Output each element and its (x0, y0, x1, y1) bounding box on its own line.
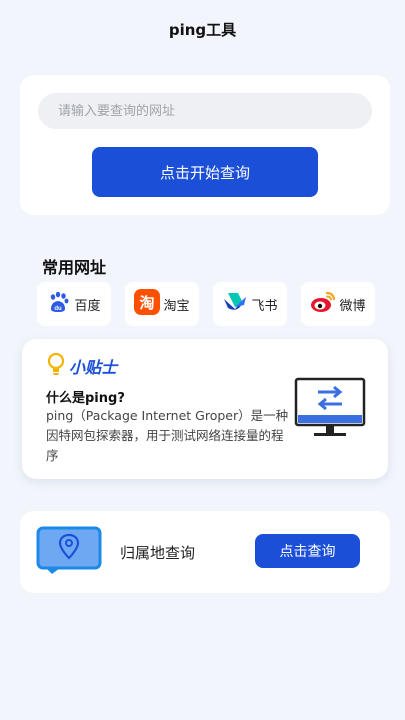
baidu-logo-icon: du (47, 290, 71, 318)
site-label: 淘宝 (163, 298, 190, 314)
common-sites-title: 常用网址 (42, 258, 107, 277)
location-query-button[interactable]: 点击查询 (255, 534, 360, 568)
tip-brand-text: 小贴士 (69, 358, 118, 377)
search-card: 点击开始查询 (20, 75, 390, 215)
site-weibo[interactable]: 微博 (301, 282, 375, 326)
taobao-logo-icon: 淘 (134, 289, 161, 319)
svg-text:du: du (55, 306, 63, 312)
tip-question: 什么是ping? (46, 391, 125, 406)
monitor-transfer-icon (294, 377, 366, 447)
site-feishu[interactable]: 飞书 (213, 282, 287, 326)
svg-text:淘: 淘 (139, 294, 155, 312)
tip-brand: 小贴士 (46, 352, 117, 380)
map-location-icon (36, 526, 102, 580)
tip-body: ping（Package Internet Groper）是一种因特网包探索器，… (46, 408, 289, 463)
common-sites-list: du 百度 淘 淘宝 飞书 微博 (37, 282, 377, 326)
site-label: 百度 (74, 298, 101, 314)
feishu-logo-icon (222, 291, 248, 317)
location-query-card: 归属地查询 点击查询 (20, 511, 390, 593)
weibo-logo-icon (310, 290, 336, 318)
site-baidu[interactable]: du 百度 (37, 282, 111, 326)
tip-card: 小贴士 什么是ping? ping（Package Internet Grope… (22, 339, 388, 479)
site-label: 微博 (339, 298, 366, 314)
page-title: ping工具 (168, 21, 237, 39)
lightbulb-icon (46, 352, 66, 380)
location-query-label: 归属地查询 (120, 544, 196, 562)
site-label: 飞书 (251, 298, 278, 314)
url-search-input[interactable] (38, 93, 372, 129)
site-taobao[interactable]: 淘 淘宝 (125, 282, 199, 326)
start-query-button[interactable]: 点击开始查询 (92, 147, 318, 197)
